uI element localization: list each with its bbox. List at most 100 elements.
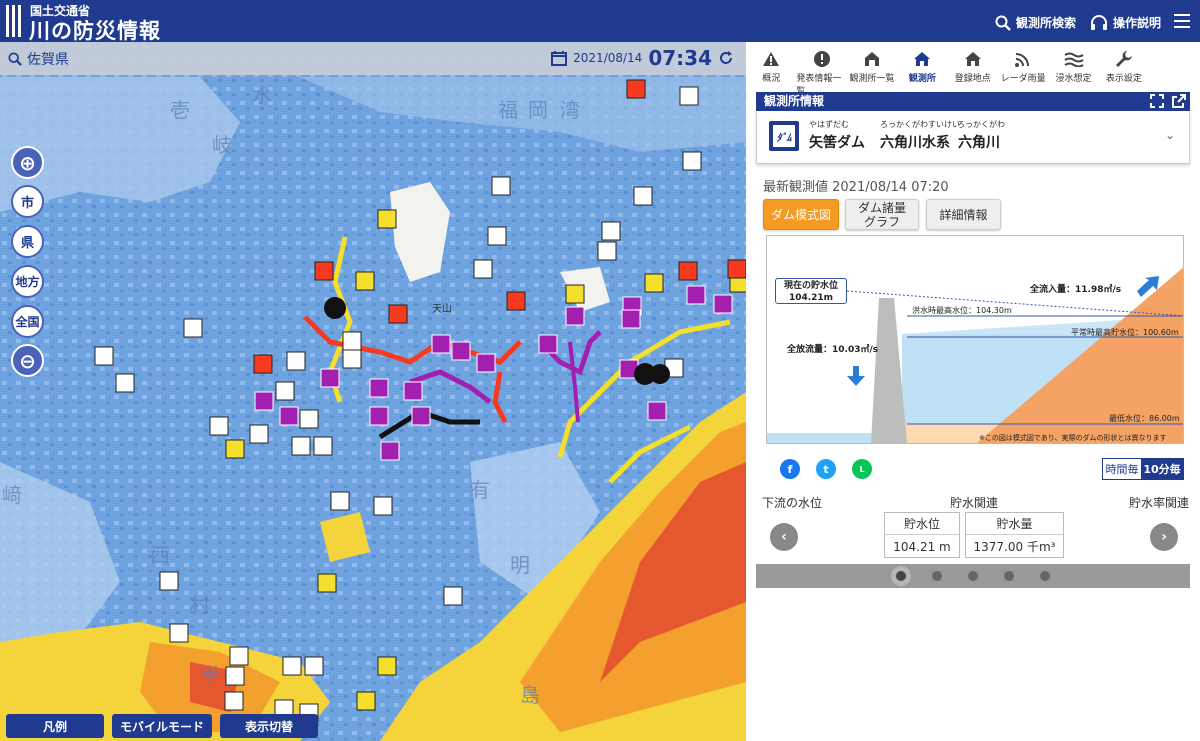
wrench-icon — [1114, 50, 1134, 68]
place-label: 明 — [510, 553, 530, 577]
interval-toggle: 時間毎 10分毎 — [1102, 458, 1184, 480]
zoom-out-button[interactable]: ⊖ — [11, 344, 44, 377]
scale-prefecture-button[interactable]: 県 — [11, 225, 44, 258]
current-time: 07:34 — [648, 46, 712, 70]
panel-tabs: 概況 発表情報一覧 観測所一覧 観測所 登録地点 レーダ雨量 浸水想定 表示設 — [746, 42, 1200, 97]
app-title[interactable]: 川の防災情報 — [29, 15, 161, 45]
place-label: 島 — [520, 683, 540, 707]
storage-rate-heading[interactable]: 貯水率関連 — [1129, 494, 1189, 511]
plus-icon: ⊕ — [19, 150, 36, 175]
storage-level-key: 貯水位 — [885, 513, 959, 535]
downstream-level-heading[interactable]: 下流の水位 — [762, 494, 822, 511]
chevron-right-icon: › — [1161, 529, 1167, 545]
map-view[interactable]: 壱 岐 水 福 岡 湾 有 明 西 村 半 島 﨑 天山 佐賀県 2021/08… — [0, 42, 746, 741]
scale-city-button[interactable]: 市 — [11, 185, 44, 218]
tab-label: 登録地点 — [954, 74, 991, 84]
carousel-prev-button[interactable]: ‹ — [770, 523, 798, 551]
minus-icon: ⊖ — [19, 348, 36, 373]
tab-overview[interactable]: 概況 — [746, 42, 796, 88]
tab-label: レーダ雨量 — [1000, 74, 1046, 84]
zoom-in-button[interactable]: ⊕ — [11, 146, 44, 179]
latest-observation: 最新観測値 2021/08/14 07:20 — [763, 180, 949, 195]
dam-graph-label-1: ダム諸量 — [857, 200, 906, 215]
alert-icon — [812, 50, 832, 68]
warning-icon — [761, 50, 781, 68]
river-name: 六角川 — [958, 135, 1000, 151]
place-label: 壱 — [170, 98, 190, 122]
tab-radar-rainfall[interactable]: レーダ雨量 — [998, 42, 1048, 88]
detail-info-button[interactable]: 詳細情報 — [926, 199, 1001, 230]
tab-label: 観測所一覧 — [849, 74, 895, 84]
tab-announcements[interactable]: 発表情報一覧 — [796, 42, 846, 97]
prefecture-search[interactable]: 佐賀県 — [8, 49, 69, 69]
tab-flood-assumption[interactable]: 浸水想定 — [1048, 42, 1098, 88]
twitter-icon[interactable]: t — [816, 459, 836, 479]
place-label: 村 — [190, 593, 210, 617]
pagination-dot[interactable] — [896, 571, 906, 581]
dam-diagram-label: ダム模式図 — [770, 207, 831, 222]
river-name-ruby: ろっかくがわ — [957, 120, 1005, 129]
place-label: 岡 — [528, 98, 548, 122]
line-icon[interactable]: L — [852, 459, 872, 479]
help-label: 操作説明 — [1113, 16, 1162, 30]
storage-volume-key: 貯水量 — [966, 513, 1063, 535]
place-label: 半 — [200, 663, 220, 687]
hamburger-menu-icon[interactable] — [1174, 14, 1190, 28]
tab-station[interactable]: 観測所 — [897, 42, 947, 88]
station-name: 矢筈ダム — [809, 135, 865, 151]
tab-label: 概況 — [762, 74, 781, 84]
dam-diagram-button[interactable]: ダム模式図 — [763, 199, 839, 230]
tab-display-settings[interactable]: 表示設定 — [1099, 42, 1149, 88]
refresh-icon[interactable] — [718, 50, 734, 66]
map-canvas[interactable]: 壱 岐 水 福 岡 湾 有 明 西 村 半 島 﨑 天山 — [0, 42, 746, 741]
dam-graph-button[interactable]: ダム諸量 グラフ — [845, 199, 919, 230]
help-button[interactable]: 操作説明 — [1090, 14, 1161, 31]
station-search-button[interactable]: 観測所検索 — [995, 14, 1076, 31]
open-external-icon[interactable] — [1172, 94, 1186, 108]
calendar-icon[interactable] — [551, 50, 568, 66]
home-plus-icon — [963, 50, 983, 68]
station-list-icon — [862, 50, 882, 68]
place-label: 﨑 — [2, 483, 22, 507]
mobile-mode-button[interactable]: モバイルモード — [112, 714, 212, 738]
storage-volume-card: 貯水量 1377.00 千m³ — [965, 512, 1064, 558]
chevron-left-icon: ‹ — [781, 529, 787, 545]
ten-minute-option[interactable]: 10分毎 — [1141, 459, 1183, 479]
tab-registered-points[interactable]: 登録地点 — [948, 42, 998, 88]
current-level-value: 104.21m — [788, 293, 834, 303]
scale-nation-button[interactable]: 全国 — [11, 305, 44, 338]
dam-station-icon-text: ﾀﾞﾑ — [773, 125, 795, 147]
pagination-dot[interactable] — [968, 571, 978, 581]
legend-button[interactable]: 凡例 — [6, 714, 104, 738]
current-level-box: 現在の貯水位 104.21m — [775, 278, 847, 304]
min-level-label: 最低水位：86.00m — [1109, 414, 1180, 423]
station-selector[interactable]: ﾀﾞﾑ やはずだむ 矢筈ダム ろっかくがわすいけい 六角川水系 ろっかくがわ 六… — [756, 112, 1190, 164]
place-label: 有 — [470, 478, 490, 502]
tab-label: 表示設定 — [1105, 74, 1142, 84]
info-panel: 概況 発表情報一覧 観測所一覧 観測所 登録地点 レーダ雨量 浸水想定 表示設 — [746, 42, 1200, 741]
section-header: 観測所情報 — [756, 92, 1190, 111]
station-name-ruby: やはずだむ — [809, 120, 849, 129]
tab-station-list[interactable]: 観測所一覧 — [847, 42, 897, 88]
scale-region-button[interactable]: 地方 — [11, 265, 44, 298]
hourly-option[interactable]: 時間毎 — [1103, 459, 1141, 479]
place-label: 岐 — [212, 133, 232, 157]
current-date: 2021/08/14 — [573, 51, 643, 65]
tab-label: 観測所 — [908, 74, 936, 84]
display-toggle-button[interactable]: 表示切替 — [220, 714, 318, 738]
fullscreen-icon[interactable] — [1150, 94, 1164, 108]
carousel-next-button[interactable]: › — [1150, 523, 1178, 551]
pagination-dot[interactable] — [1040, 571, 1050, 581]
pagination-dot[interactable] — [1004, 571, 1014, 581]
pagination-dot[interactable] — [932, 571, 942, 581]
place-label: 水 — [252, 83, 272, 107]
prefecture-name: 佐賀県 — [27, 52, 69, 68]
carousel-pagination — [756, 564, 1190, 588]
search-icon — [8, 52, 22, 66]
search-icon — [995, 15, 1011, 31]
storage-level-card: 貯水位 104.21 m — [884, 512, 960, 558]
logo-icon — [6, 5, 22, 37]
facebook-icon[interactable]: f — [780, 459, 800, 479]
chevron-down-icon[interactable]: ⌄ — [1165, 128, 1175, 142]
detail-info-label: 詳細情報 — [939, 207, 988, 222]
